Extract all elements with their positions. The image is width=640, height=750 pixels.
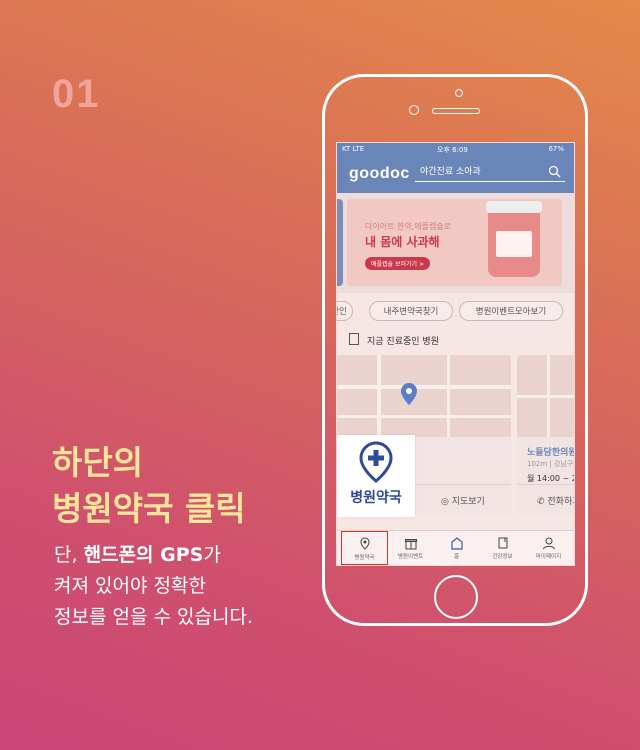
- map-pin-icon: [401, 383, 417, 405]
- map-view-link[interactable]: ◎ 지도보기: [441, 494, 485, 507]
- card-footer-next: ✆ 전화하기: [517, 484, 574, 515]
- description-line-3: 정보를 얻을 수 있습니다.: [54, 606, 253, 628]
- app-header: goodoc 야간진료 소아과: [337, 156, 574, 193]
- pharmacy-callout-badge: 병원약국: [337, 435, 415, 517]
- call-label: 전화하기: [547, 497, 574, 507]
- step-number: 01: [52, 72, 101, 116]
- bottom-tab-bar: 병원약국 병원이벤트 홈 건강정보 마이페이지: [337, 530, 574, 565]
- clock: 오후 6:09: [437, 146, 468, 154]
- section-title: 지금 진료중인 병원: [367, 337, 439, 347]
- search-input[interactable]: 야간진료 소아과: [415, 162, 565, 182]
- desc-post: 가: [203, 544, 221, 566]
- person-icon: [542, 537, 555, 550]
- hospital-icon: [349, 333, 359, 345]
- map-thumbnail-next: [517, 355, 574, 437]
- tab-my-page[interactable]: 마이페이지: [525, 531, 572, 565]
- banner-carousel[interactable]: 다이어트 한약,애플캡슐로 내 몸에 사과해 애플캡슐 보러가기 >: [337, 193, 574, 293]
- search-placeholder: 야간진료 소아과: [420, 167, 481, 177]
- banner-subtitle: 다이어트 한약,애플캡슐로: [365, 222, 452, 231]
- bookmark-icon: [498, 537, 507, 549]
- description: 단, 핸드폰의 GPS가 켜져 있어야 정확한 정보를 얻을 수 있습니다.: [54, 540, 253, 633]
- search-icon[interactable]: [548, 165, 561, 178]
- carrier: KT LTE: [342, 145, 365, 153]
- call-link[interactable]: ✆ 전화하기: [537, 494, 574, 507]
- headline-line-2: 병원약국 클릭: [52, 489, 246, 528]
- tab-home[interactable]: 홈: [433, 531, 480, 565]
- hospital-name: 노들담한의원: [527, 448, 575, 458]
- quick-chips: 찾인 내주변약국찾기 병원이벤트모아보기: [337, 293, 574, 329]
- description-line-2: 켜져 있어야 정확한: [54, 575, 206, 597]
- product-jar-lid: [486, 201, 542, 213]
- hospital-hours: 월 14:00 ~ 2: [527, 474, 575, 483]
- banner-title: 내 몸에 사과해: [365, 235, 440, 249]
- product-jar-label: [496, 231, 532, 257]
- battery-level: 67%: [548, 145, 564, 153]
- pharmacy-badge-label: 병원약국: [350, 490, 402, 506]
- chip-nearby-pharmacy[interactable]: 내주변약국찾기: [369, 301, 453, 321]
- tab-label: 홈: [453, 554, 460, 560]
- app-logo: goodoc: [349, 165, 410, 182]
- tab-health-info[interactable]: 건강정보: [479, 531, 526, 565]
- chip-hospital-events[interactable]: 병원이벤트모아보기: [459, 301, 563, 321]
- banner-prev-slide: [337, 199, 343, 286]
- sensor-dot: [455, 89, 463, 97]
- headline-line-1: 하단의: [52, 443, 144, 482]
- medical-pin-icon: [359, 441, 393, 483]
- description-line-1: 단, 핸드폰의 GPS가: [54, 540, 253, 571]
- tab-hospital-events[interactable]: 병원이벤트: [387, 531, 434, 565]
- map-view-label: 지도보기: [451, 497, 485, 507]
- banner-button[interactable]: 애플캡슐 보러가기 >: [365, 257, 431, 270]
- status-bar: KT LTE 오후 6:09 67%: [337, 143, 574, 156]
- home-button[interactable]: [434, 575, 478, 619]
- earpiece-speaker: [432, 108, 480, 114]
- tab-label: 마이페이지: [535, 554, 562, 560]
- hospital-distance: 102m | 강남구 |: [527, 460, 575, 468]
- tab-label: 병원이벤트: [397, 554, 424, 560]
- desc-bold: 핸드폰의 GPS: [83, 544, 204, 566]
- map-thumbnail: [337, 355, 511, 437]
- front-camera: [409, 105, 419, 115]
- promo-banner[interactable]: 다이어트 한약,애플캡슐로 내 몸에 사과해 애플캡슐 보러가기 >: [347, 199, 562, 286]
- tab-label: 건강정보: [492, 554, 513, 560]
- home-icon: [450, 537, 463, 550]
- hospital-card-next[interactable]: 노들담한의원 102m | 강남구 | 월 14:00 ~ 2 ✆ 전화하기: [517, 355, 575, 515]
- chip-nearby-hospital[interactable]: 찾인: [337, 301, 353, 321]
- desc-pre: 단,: [54, 544, 84, 566]
- headline: 하단의 병원약국 클릭: [52, 440, 246, 532]
- section-open-hospitals: 지금 진료중인 병원: [337, 329, 574, 351]
- tab-label: 병원약국: [354, 555, 375, 561]
- location-pin-icon: [359, 537, 370, 550]
- gift-icon: [404, 539, 417, 550]
- tab-hospital-pharmacy[interactable]: 병원약국: [341, 531, 388, 565]
